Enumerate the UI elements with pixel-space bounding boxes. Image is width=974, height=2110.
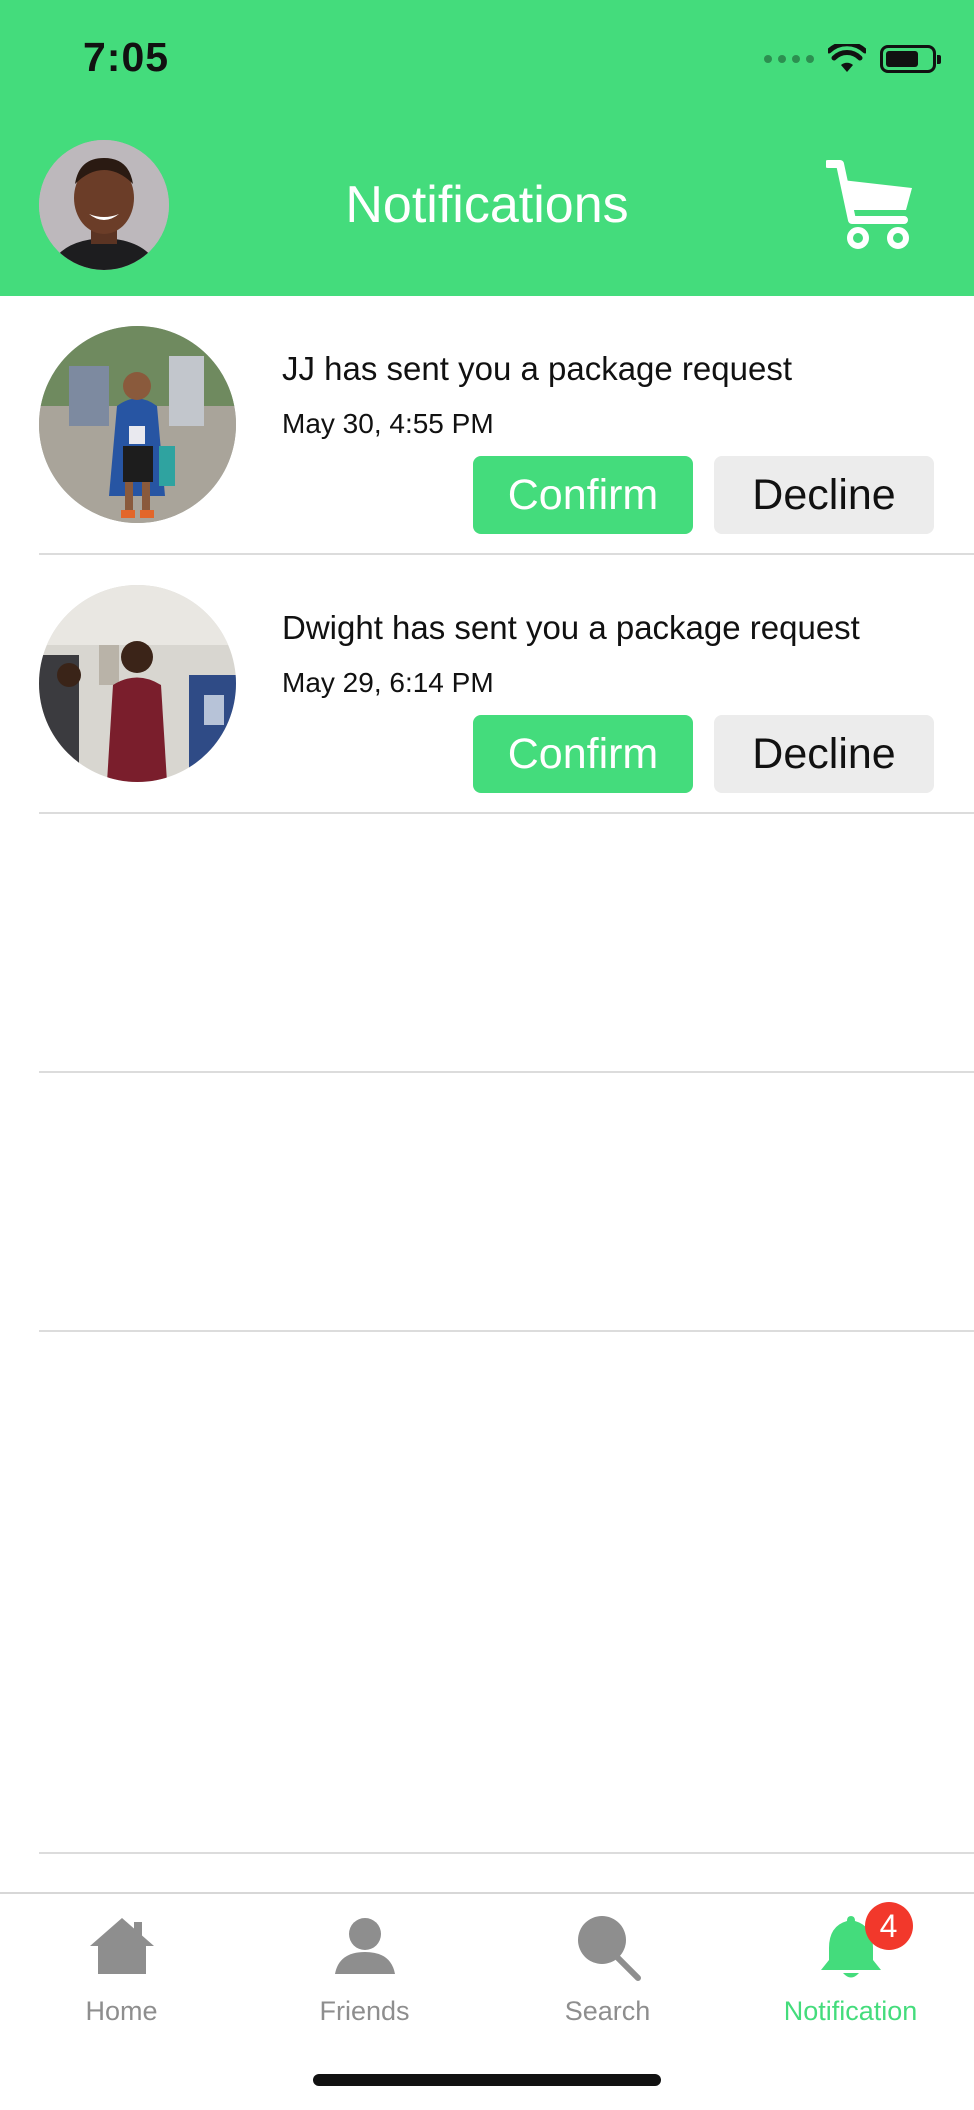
row-divider <box>39 1330 974 1332</box>
list-bottom-divider <box>39 1852 974 1854</box>
cellular-signal-icon <box>764 55 814 63</box>
notifications-screen: 7:05 Notifications JJ has sent you a pac… <box>0 0 974 2110</box>
status-time: 7:05 <box>83 34 170 80</box>
header-bar: 7:05 Notifications <box>0 0 974 296</box>
notification-item: Dwight has sent you a package request Ma… <box>0 555 974 814</box>
battery-icon <box>880 45 941 73</box>
decline-button[interactable]: Decline <box>714 456 934 534</box>
notification-message: Dwight has sent you a package request <box>282 609 860 646</box>
tab-label: Home <box>85 1996 158 2026</box>
tab-friends[interactable]: Friends <box>243 1912 486 2032</box>
tab-notification[interactable]: 4 Notification <box>729 1902 972 2032</box>
tab-label: Search <box>564 1996 651 2026</box>
tab-label: Friends <box>319 1996 410 2026</box>
empty-list-row <box>0 1073 974 1332</box>
notification-time: May 30, 4:55 PM <box>282 408 494 439</box>
home-icon <box>89 1918 154 1974</box>
home-indicator <box>313 2074 661 2086</box>
notification-message: JJ has sent you a package request <box>282 350 792 387</box>
wifi-icon <box>828 44 866 72</box>
tab-home[interactable]: Home <box>0 1912 243 2032</box>
sender-avatar[interactable] <box>39 585 236 782</box>
notification-list: JJ has sent you a package request May 30… <box>0 296 974 1332</box>
decline-button[interactable]: Decline <box>714 715 934 793</box>
confirm-button[interactable]: Confirm <box>473 456 693 534</box>
status-indicators <box>764 44 941 74</box>
search-icon <box>577 1916 641 1981</box>
confirm-button[interactable]: Confirm <box>473 715 693 793</box>
empty-list-row <box>0 814 974 1073</box>
person-icon <box>334 1918 395 1974</box>
tab-search[interactable]: Search <box>486 1912 729 2032</box>
sender-avatar[interactable] <box>39 326 236 523</box>
notification-time: May 29, 6:14 PM <box>282 667 494 698</box>
notification-item: JJ has sent you a package request May 30… <box>0 296 974 555</box>
cart-icon[interactable] <box>824 158 916 252</box>
tab-label: Notification <box>783 1996 918 2026</box>
notification-badge: 4 <box>864 1902 913 1950</box>
